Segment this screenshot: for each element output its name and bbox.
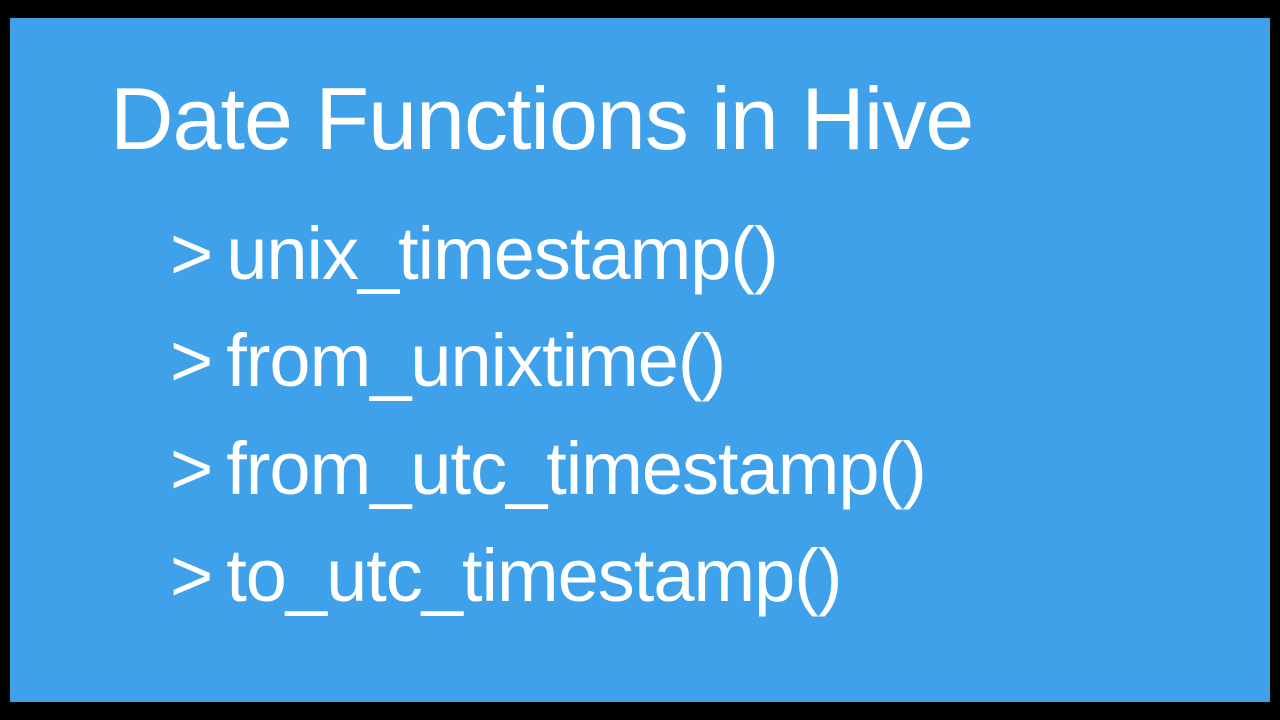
bullet-marker: > — [170, 522, 212, 629]
bullet-marker: > — [170, 200, 212, 307]
list-item: >from_utc_timestamp() — [170, 415, 1200, 522]
bullet-text: from_utc_timestamp() — [226, 427, 926, 510]
bullet-list: >unix_timestamp() >from_unixtime() >from… — [110, 200, 1200, 629]
bullet-marker: > — [170, 307, 212, 414]
list-item: >to_utc_timestamp() — [170, 522, 1200, 629]
bullet-text: from_unixtime() — [226, 319, 725, 402]
list-item: >unix_timestamp() — [170, 200, 1200, 307]
bullet-marker: > — [170, 415, 212, 522]
list-item: >from_unixtime() — [170, 307, 1200, 414]
bullet-text: unix_timestamp() — [226, 212, 778, 295]
slide: Date Functions in Hive >unix_timestamp()… — [10, 18, 1270, 702]
slide-title: Date Functions in Hive — [110, 68, 1200, 170]
bullet-text: to_utc_timestamp() — [226, 534, 841, 617]
